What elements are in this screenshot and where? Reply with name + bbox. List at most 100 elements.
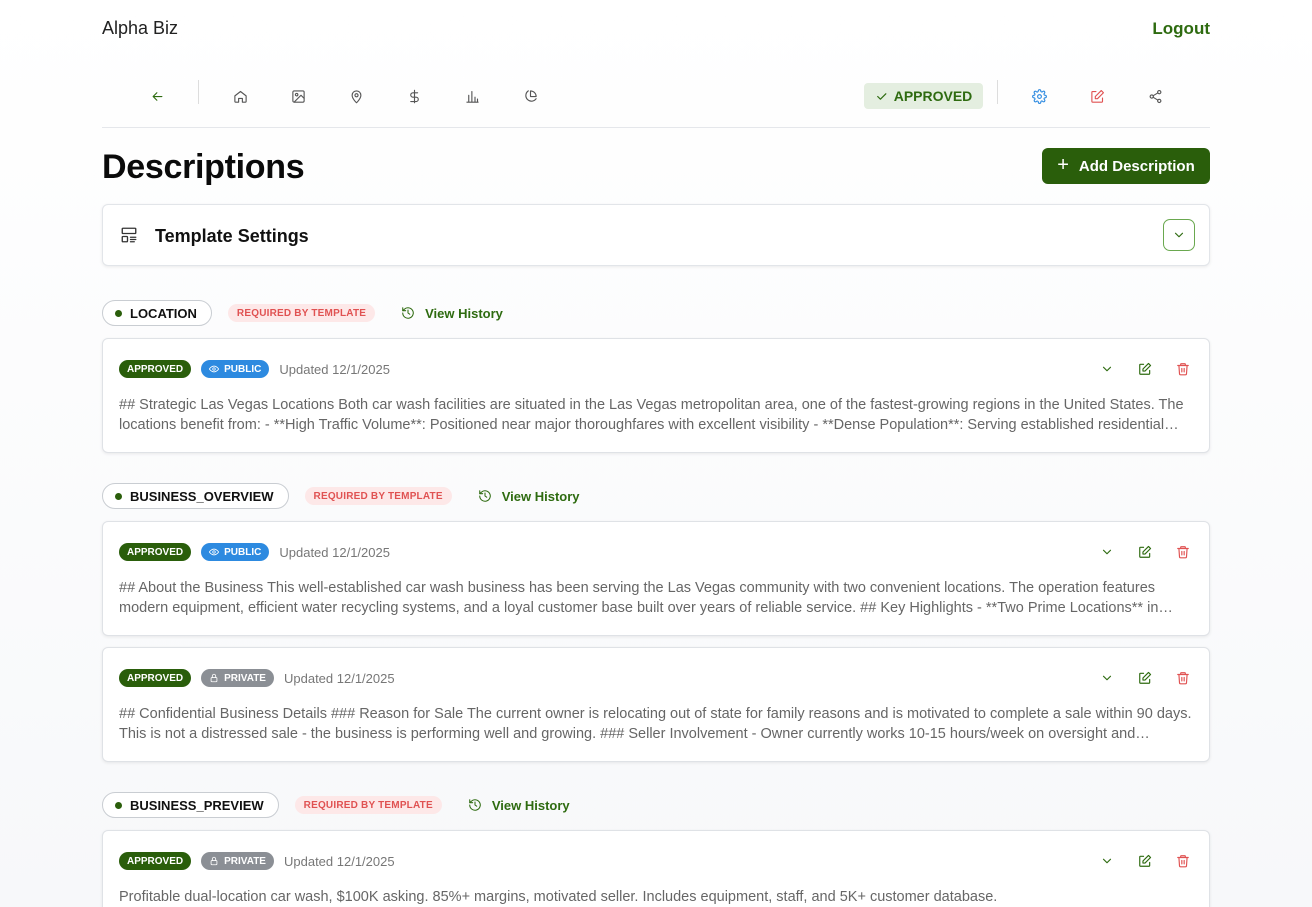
history-icon xyxy=(478,490,491,502)
required-badge: REQUIRED BY TEMPLATE xyxy=(304,487,452,505)
approved-badge: APPROVED xyxy=(119,852,192,870)
trash-icon[interactable] xyxy=(1173,851,1193,871)
chevron-down-icon[interactable] xyxy=(1097,542,1117,562)
toolbar-divider xyxy=(198,80,199,104)
chevron-down-icon xyxy=(1174,232,1184,238)
trash-icon[interactable] xyxy=(1173,359,1193,379)
required-badge: REQUIRED BY TEMPLATE xyxy=(227,304,376,322)
private-badge: PRIVATE xyxy=(201,669,274,687)
card-meta: APPROVED PUBLIC Updated 12/1/2025 xyxy=(119,360,390,378)
bar-chart-icon[interactable] xyxy=(462,86,482,106)
card-actions xyxy=(1097,668,1193,688)
section-name-pill: LOCATION xyxy=(102,300,212,326)
status-dot xyxy=(115,801,122,809)
updated-date: Updated 12/1/2025 xyxy=(279,544,390,560)
lock-icon xyxy=(210,673,218,683)
history-icon xyxy=(402,307,414,319)
required-badge: REQUIRED BY TEMPLATE xyxy=(294,796,442,814)
description-card: APPROVED PUBLIC Updated 12/1/2025 ## Abo… xyxy=(102,521,1210,636)
dollar-icon[interactable] xyxy=(404,86,424,106)
view-history-link[interactable]: View History xyxy=(401,306,503,321)
brand-name: Alpha Biz xyxy=(102,18,179,38)
status-dot xyxy=(115,492,122,500)
template-settings-panel[interactable]: Template Settings xyxy=(102,204,1210,266)
updated-date: Updated 12/1/2025 xyxy=(279,361,390,377)
add-description-button[interactable]: + Add Description xyxy=(1042,148,1210,184)
card-meta: APPROVED PRIVATE Updated 12/1/2025 xyxy=(119,852,395,870)
description-text: ## Strategic Las Vegas Locations Both ca… xyxy=(119,397,1184,433)
section-name: LOCATION xyxy=(130,305,197,321)
description-card: APPROVED PUBLIC Updated 12/1/2025 ## Str… xyxy=(102,338,1210,453)
location-pin-icon[interactable] xyxy=(346,86,366,106)
updated-date: Updated 12/1/2025 xyxy=(283,853,395,869)
edit-icon[interactable] xyxy=(1135,542,1155,562)
card-actions xyxy=(1097,359,1193,379)
edit-icon[interactable] xyxy=(1135,359,1155,379)
home-icon[interactable] xyxy=(230,86,250,106)
description-card: APPROVED PRIVATE Updated 12/1/2025 Profi… xyxy=(102,830,1210,907)
plus-icon: + xyxy=(1057,154,1069,176)
listing-status-badge: APPROVED xyxy=(864,83,983,109)
template-settings-label: Template Settings xyxy=(155,226,309,246)
description-text: ## Confidential Business Details ### Rea… xyxy=(119,706,1192,742)
edit-icon[interactable] xyxy=(1135,851,1155,871)
description-text: ## About the Business This well-establis… xyxy=(119,580,1159,616)
view-history-label: View History xyxy=(501,488,580,504)
section-name-pill: BUSINESS_PREVIEW xyxy=(102,792,279,818)
updated-date: Updated 12/1/2025 xyxy=(283,670,395,686)
image-icon[interactable] xyxy=(288,86,308,106)
visibility-label: PUBLIC xyxy=(224,546,262,558)
section-name-pill: BUSINESS_OVERVIEW xyxy=(102,483,289,509)
chevron-down-icon[interactable] xyxy=(1097,668,1117,688)
approved-badge: APPROVED xyxy=(119,360,192,378)
eye-icon xyxy=(209,365,220,373)
check-icon xyxy=(876,92,887,100)
section-header-business-overview: BUSINESS_OVERVIEW REQUIRED BY TEMPLATE V… xyxy=(102,483,580,509)
section-header-location: LOCATION REQUIRED BY TEMPLATE View Histo… xyxy=(102,300,503,326)
chevron-down-icon[interactable] xyxy=(1097,851,1117,871)
visibility-label: PUBLIC xyxy=(224,363,262,375)
status-dot xyxy=(115,309,122,317)
card-actions xyxy=(1097,542,1193,562)
chevron-down-icon[interactable] xyxy=(1097,359,1117,379)
listing-status-label: APPROVED xyxy=(893,88,973,104)
history-icon xyxy=(469,799,481,811)
description-text: Profitable dual-location car wash, $100K… xyxy=(119,889,998,905)
visibility-label: PRIVATE xyxy=(224,672,266,684)
template-icon xyxy=(120,226,140,246)
edit-icon[interactable] xyxy=(1135,668,1155,688)
approved-badge: APPROVED xyxy=(119,543,192,561)
view-history-link[interactable]: View History xyxy=(478,489,580,504)
toolbar-divider xyxy=(997,80,998,104)
public-badge: PUBLIC xyxy=(201,543,270,561)
section-name: BUSINESS_OVERVIEW xyxy=(130,488,274,504)
pie-chart-icon[interactable] xyxy=(520,86,540,106)
template-settings-toggle[interactable] xyxy=(1163,219,1195,251)
listing-toolbar: APPROVED xyxy=(102,78,1210,128)
back-arrow-icon[interactable] xyxy=(147,86,167,106)
share-icon[interactable] xyxy=(1145,86,1165,106)
approved-badge: APPROVED xyxy=(119,669,192,687)
lock-icon xyxy=(210,856,218,866)
card-meta: APPROVED PUBLIC Updated 12/1/2025 xyxy=(119,543,390,561)
view-history-label: View History xyxy=(425,305,503,321)
visibility-label: PRIVATE xyxy=(224,855,266,867)
description-card: APPROVED PRIVATE Updated 12/1/2025 ## Co… xyxy=(102,647,1210,762)
page-title: Descriptions xyxy=(102,148,305,186)
view-history-link[interactable]: View History xyxy=(468,798,570,813)
public-badge: PUBLIC xyxy=(201,360,270,378)
add-description-label: Add Description xyxy=(1078,157,1195,175)
trash-icon[interactable] xyxy=(1173,542,1193,562)
card-actions xyxy=(1097,851,1193,871)
trash-icon[interactable] xyxy=(1173,668,1193,688)
card-meta: APPROVED PRIVATE Updated 12/1/2025 xyxy=(119,669,395,687)
top-bar: Alpha Biz Logout xyxy=(102,16,1210,44)
section-name: BUSINESS_PREVIEW xyxy=(130,797,264,813)
view-history-label: View History xyxy=(491,797,570,813)
logout-link[interactable]: Logout xyxy=(1152,19,1210,39)
section-header-business-preview: BUSINESS_PREVIEW REQUIRED BY TEMPLATE Vi… xyxy=(102,792,570,818)
edit-icon[interactable] xyxy=(1087,86,1107,106)
eye-icon xyxy=(209,548,220,556)
private-badge: PRIVATE xyxy=(201,852,274,870)
gear-icon[interactable] xyxy=(1029,86,1049,106)
